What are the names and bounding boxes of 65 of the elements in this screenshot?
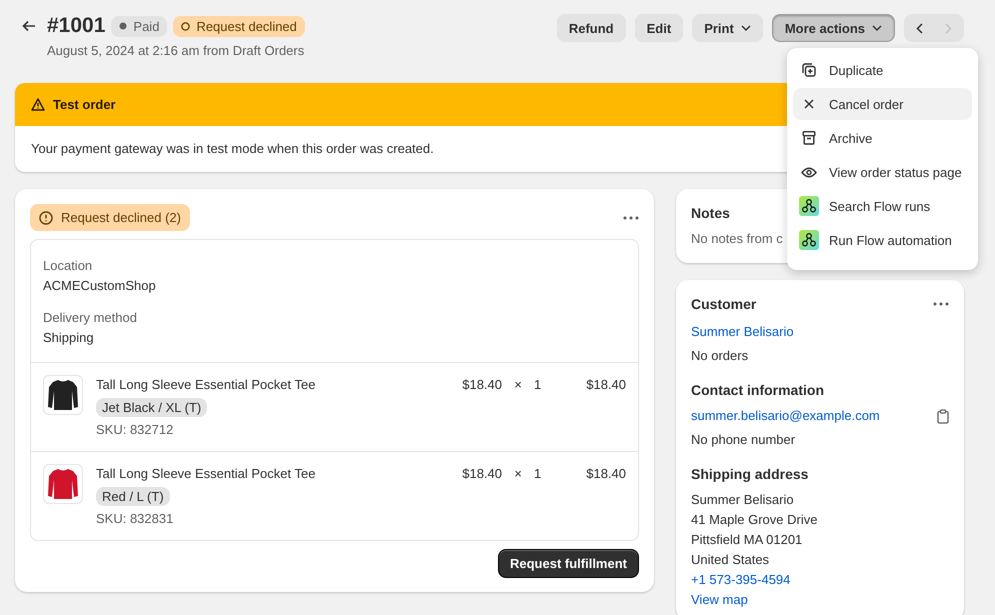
more-options-icon[interactable]	[623, 216, 639, 220]
phone-link[interactable]: +1 573-395-4594	[691, 570, 790, 590]
action-button[interactable]: Refund	[556, 14, 626, 42]
menu-item[interactable]: Cancel order	[793, 88, 972, 120]
banner-title: Test order	[53, 97, 116, 112]
menu-item[interactable]: Run Flow automation	[793, 224, 972, 256]
quantity: 1	[534, 465, 542, 483]
unit-price: $18.40	[461, 376, 502, 394]
status-badge: Request declined	[173, 16, 305, 36]
address-line: Pittsfield MA 01201	[691, 531, 802, 549]
eye-icon	[799, 166, 819, 178]
product-sku: SKU: 832831	[96, 511, 174, 526]
banner-message: Your payment gateway was in test mode when this order was created.	[31, 140, 434, 158]
variant-tag: Red / L (T)	[96, 487, 170, 506]
dropdown-button[interactable]: More actions	[772, 14, 895, 42]
order-title: #1001	[47, 14, 106, 38]
dot-icon	[119, 22, 128, 30]
view-map-link[interactable]: View map	[691, 590, 748, 610]
more-options-icon[interactable]	[933, 302, 949, 306]
flow-app-icon	[799, 230, 819, 250]
shipping-title: Shipping address	[691, 466, 808, 482]
address-line: Summer Belisario	[691, 491, 794, 509]
request-fulfillment-button[interactable]: Request fulfillment	[498, 549, 639, 578]
dropdown-button[interactable]: Print	[692, 14, 763, 42]
product-name[interactable]: Tall Long Sleeve Essential Pocket Tee	[96, 375, 316, 395]
status-badge: Paid	[111, 16, 168, 36]
address-line: United States	[691, 551, 770, 569]
menu-item[interactable]: Duplicate	[793, 54, 972, 86]
clipboard-icon[interactable]	[937, 408, 949, 424]
menu-item[interactable]: Search Flow runs	[793, 190, 972, 222]
alert-circle-icon	[39, 210, 53, 224]
variant-tag: Jet Black / XL (T)	[96, 398, 208, 417]
multiply-sign: ×	[513, 465, 523, 483]
ring-icon	[181, 22, 190, 30]
customer-name-link[interactable]: Summer Belisario	[691, 322, 794, 342]
flow-app-icon	[799, 196, 819, 216]
delivery-method-label: Delivery method	[43, 309, 138, 327]
warning-icon	[31, 98, 45, 111]
unit-price: $18.40	[461, 465, 502, 483]
order-count: No orders	[691, 347, 748, 365]
chevron-left-icon[interactable]	[916, 22, 923, 34]
delivery-method-value: Shipping	[43, 329, 95, 347]
line-total: $18.40	[585, 465, 626, 483]
customer-title: Customer	[691, 296, 756, 312]
action-button[interactable]: Edit	[634, 14, 684, 42]
phone-text: No phone number	[691, 431, 796, 449]
contact-title: Contact information	[691, 382, 824, 398]
product-name[interactable]: Tall Long Sleeve Essential Pocket Tee	[96, 464, 316, 484]
product-sku: SKU: 832712	[96, 422, 174, 437]
line-total: $18.40	[585, 376, 626, 394]
menu-item[interactable]: Archive	[793, 122, 972, 154]
menu-item[interactable]: View order status page	[793, 156, 972, 188]
back-arrow-icon[interactable]	[22, 20, 36, 32]
notes-title: Notes	[691, 205, 730, 221]
quantity: 1	[534, 376, 542, 394]
email-link[interactable]: summer.belisario@example.com	[691, 406, 880, 426]
location-value: ACMECustomShop	[43, 277, 157, 295]
location-label: Location	[43, 257, 94, 275]
chevron-down-icon	[740, 25, 751, 31]
address-line: 41 Maple Grove Drive	[691, 511, 818, 529]
order-date: August 5, 2024 at 2:16 am from Draft Orders	[47, 43, 305, 58]
multiply-sign: ×	[513, 376, 523, 394]
fulfillment-status-badge: Request declined (2)	[30, 204, 190, 231]
notes-text: No notes from c	[691, 231, 783, 246]
chevron-down-icon	[872, 25, 882, 31]
